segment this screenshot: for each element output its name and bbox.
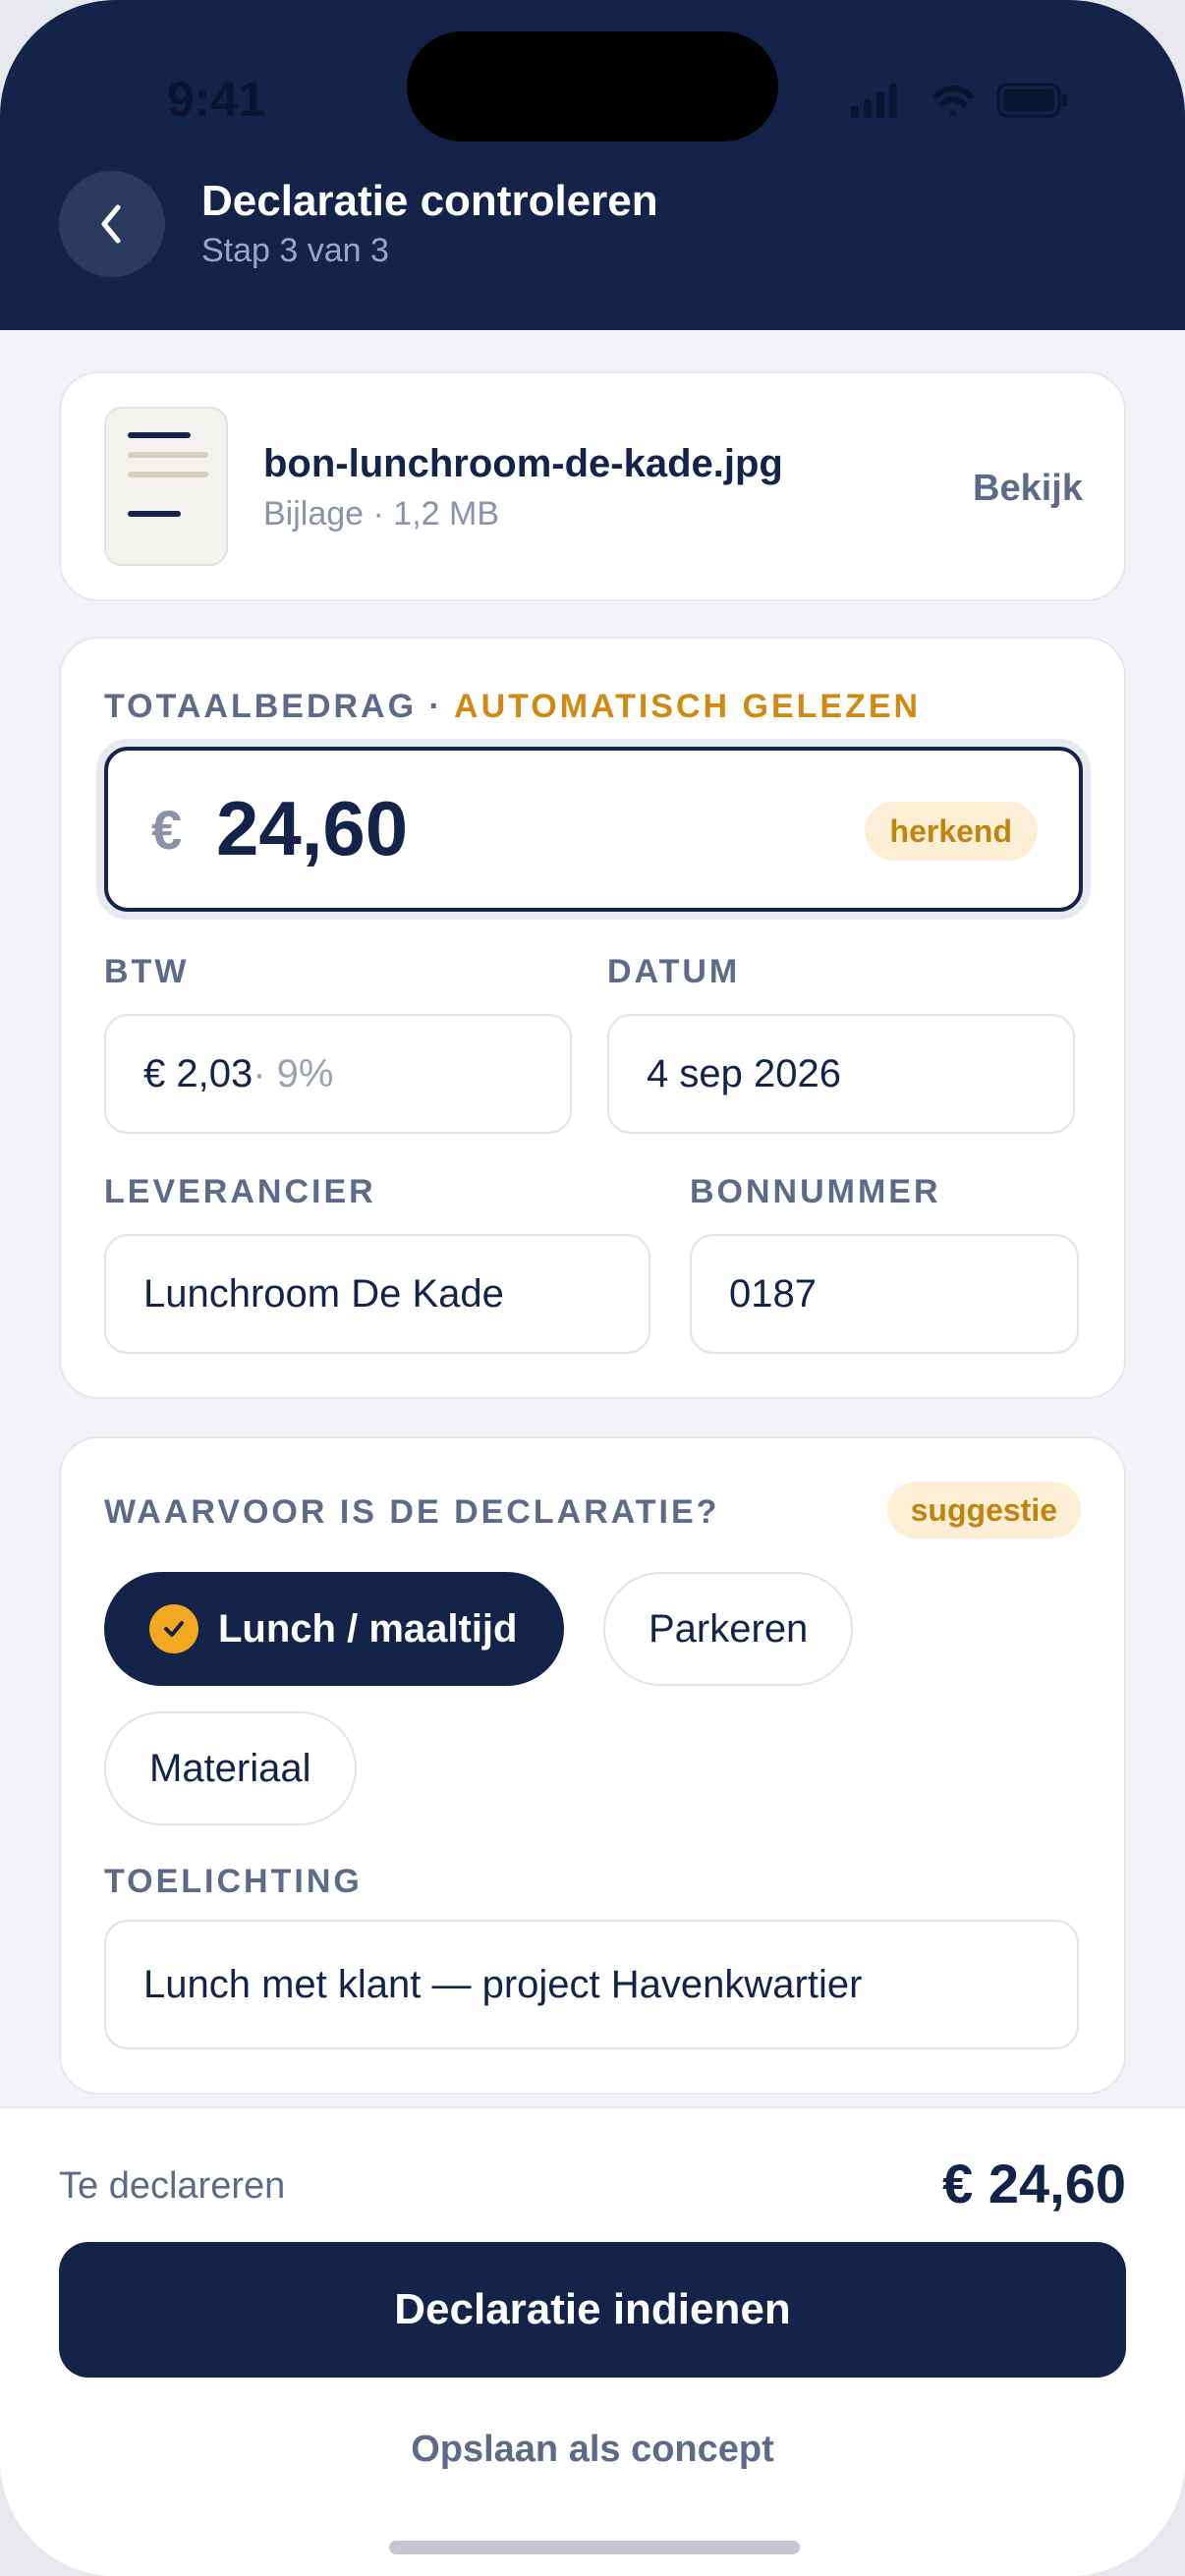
- dynamic-island: [407, 31, 778, 141]
- home-indicator: [389, 2541, 800, 2554]
- file-meta: Bijlage · 1,2 MB: [263, 495, 499, 532]
- category-chip-label: Materiaal: [149, 1746, 311, 1790]
- category-chip-lunch[interactable]: Lunch / maaltijd: [104, 1572, 565, 1686]
- step-indicator: Stap 3 van 3: [201, 232, 389, 269]
- total-to-declare-value: € 24,60: [942, 2153, 1126, 2214]
- total-amount-input[interactable]: € 24,60 herkend: [104, 747, 1083, 912]
- save-draft-link: Opslaan als concept: [0, 2429, 1185, 2471]
- btw-rate: · 9%: [253, 1051, 334, 1095]
- date-value: 4 sep 2026: [647, 1051, 841, 1095]
- supplier-field[interactable]: Lunchroom De Kade: [104, 1234, 650, 1354]
- receipt-number-label: BONNUMMER: [690, 1173, 941, 1210]
- category-card: WAARVOOR IS DE DECLARATIE? suggestie Lun…: [59, 1436, 1126, 2095]
- save-draft-label[interactable]: Opslaan als concept: [411, 2429, 774, 2470]
- supplier-label: LEVERANCIER: [104, 1173, 376, 1210]
- note-label: TOELICHTING: [104, 1863, 363, 1900]
- date-label: DATUM: [607, 953, 741, 990]
- status-time: 9:41: [167, 72, 266, 127]
- total-amount-label: TOTAALBEDRAG · AUTOMATISCH GELEZEN: [104, 688, 921, 726]
- category-chip-label: Parkeren: [649, 1606, 809, 1651]
- total-to-declare-label: Te declareren: [59, 2165, 286, 2207]
- btw-value: € 2,03: [143, 1051, 254, 1095]
- auto-read-label: AUTOMATISCH GELEZEN: [454, 688, 922, 725]
- footer: Te declareren € 24,60 Declaratie indiene…: [0, 2106, 1185, 2576]
- amount-card: TOTAALBEDRAG · AUTOMATISCH GELEZEN € 24,…: [59, 637, 1126, 1399]
- category-question: WAARVOOR IS DE DECLARATIE?: [104, 1493, 720, 1531]
- back-button[interactable]: [59, 171, 165, 277]
- page-title: Declaratie controleren: [201, 177, 658, 225]
- document-thumbnail-icon[interactable]: [104, 407, 228, 566]
- recognized-badge: herkend: [864, 802, 1038, 861]
- attachment-card: bon-lunchroom-de-kade.jpg Bijlage · 1,2 …: [59, 371, 1126, 601]
- total-amount-label-text: TOTAALBEDRAG ·: [104, 688, 455, 725]
- chevron-left-icon: [101, 204, 121, 244]
- currency-symbol: €: [151, 799, 183, 861]
- suggestion-badge: suggestie: [886, 1482, 1081, 1539]
- header: 9:41 Declaratie controleren Stap 3 van 3: [0, 0, 1185, 330]
- date-field[interactable]: 4 sep 2026: [607, 1014, 1075, 1134]
- signal-icon: [851, 84, 897, 118]
- total-amount-value: 24,60: [216, 785, 409, 871]
- category-chip-material[interactable]: Materiaal: [104, 1711, 357, 1825]
- file-name: bon-lunchroom-de-kade.jpg: [263, 442, 783, 485]
- category-chip-label: Lunch / maaltijd: [218, 1606, 518, 1651]
- receipt-number-field[interactable]: 0187: [690, 1234, 1079, 1354]
- submit-button[interactable]: Declaratie indienen: [59, 2242, 1126, 2378]
- receipt-number-value: 0187: [729, 1271, 817, 1316]
- supplier-value: Lunchroom De Kade: [143, 1271, 504, 1316]
- view-attachment-link[interactable]: Bekijk: [973, 468, 1083, 510]
- note-value: Lunch met klant — project Havenkwartier: [143, 1962, 863, 2006]
- category-chip-parking[interactable]: Parkeren: [603, 1572, 854, 1686]
- phone-screen: 9:41 Declaratie controleren Stap 3 van 3…: [0, 0, 1185, 2576]
- status-icons: [851, 83, 1067, 118]
- battery-icon: [996, 83, 1067, 118]
- note-field[interactable]: Lunch met klant — project Havenkwartier: [104, 1920, 1079, 2049]
- btw-label: BTW: [104, 953, 190, 990]
- btw-field[interactable]: € 2,03 · 9%: [104, 1014, 572, 1134]
- wifi-icon: [932, 85, 974, 116]
- checkmark-icon: [149, 1604, 198, 1653]
